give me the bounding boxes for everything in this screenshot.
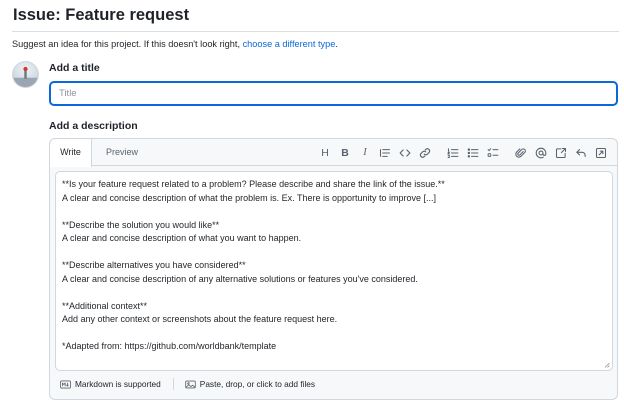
italic-icon[interactable]: I (355, 143, 375, 163)
attach-icon[interactable] (511, 143, 531, 163)
suggest-suffix: . (335, 39, 338, 49)
formatting-toolbar: H B I (315, 139, 611, 166)
description-line (62, 205, 604, 219)
add-files-label: Paste, drop, or click to add files (199, 379, 316, 389)
description-line: **Describe alternatives you have conside… (62, 260, 246, 270)
code-icon[interactable] (395, 143, 415, 163)
description-line: Add any other context or screenshots abo… (62, 314, 338, 324)
editor-tabbar: Write Preview H B I (50, 139, 617, 167)
description-line (62, 286, 604, 300)
quote-icon[interactable] (375, 143, 395, 163)
task-list-icon[interactable] (483, 143, 503, 163)
description-line (62, 246, 604, 260)
image-icon (185, 380, 196, 388)
description-line: **Additional context** (62, 300, 148, 311)
undo-icon[interactable] (571, 143, 591, 163)
page-title: Issue: Feature request (13, 6, 190, 24)
reference-icon[interactable] (551, 143, 571, 163)
mention-icon[interactable] (531, 143, 551, 163)
fullscreen-icon[interactable] (591, 143, 611, 163)
description-textarea[interactable]: **Is your feature request related to a p… (55, 171, 613, 371)
description-line: **Describe the solution you would like** (62, 219, 220, 230)
title-label: Add a title (49, 62, 100, 74)
avatar[interactable] (12, 61, 39, 88)
tab-preview[interactable]: Preview (102, 139, 142, 166)
description-line: *Adapted from: https://github.com/worldb… (62, 341, 277, 351)
markdown-editor: Write Preview H B I **Is your feature re… (49, 138, 618, 400)
editor-footer: Markdown is supported Paste, drop, or cl… (50, 369, 617, 399)
footer-divider (172, 378, 174, 390)
numbered-list-icon[interactable] (443, 143, 463, 163)
markdown-supported-label: Markdown is supported (75, 379, 161, 389)
link-icon[interactable] (415, 143, 435, 163)
resize-handle-icon[interactable] (604, 362, 610, 368)
bold-icon[interactable]: B (335, 143, 355, 163)
tab-write[interactable]: Write (50, 139, 92, 167)
markdown-icon (60, 380, 71, 388)
unordered-list-icon[interactable] (463, 143, 483, 163)
heading-icon[interactable]: H (315, 143, 335, 163)
suggest-text: Suggest an idea for this project. If thi… (12, 39, 338, 49)
description-line: A clear and concise description of what … (62, 192, 437, 203)
description-line: A clear and concise description of what … (62, 233, 302, 243)
title-divider (12, 31, 619, 32)
title-input[interactable] (49, 81, 618, 106)
description-line (62, 327, 604, 341)
suggest-prefix: Suggest an idea for this project. If thi… (12, 39, 243, 49)
description-line: **Is your feature request related to a p… (62, 179, 445, 189)
choose-different-type-link[interactable]: choose a different type (243, 39, 336, 49)
description-content: **Is your feature request related to a p… (62, 178, 604, 364)
description-line: A clear and concise description of any a… (62, 273, 418, 284)
markdown-supported-link[interactable]: Markdown is supported (60, 379, 161, 389)
description-label: Add a description (49, 120, 138, 132)
add-files-button[interactable]: Paste, drop, or click to add files (185, 379, 315, 389)
